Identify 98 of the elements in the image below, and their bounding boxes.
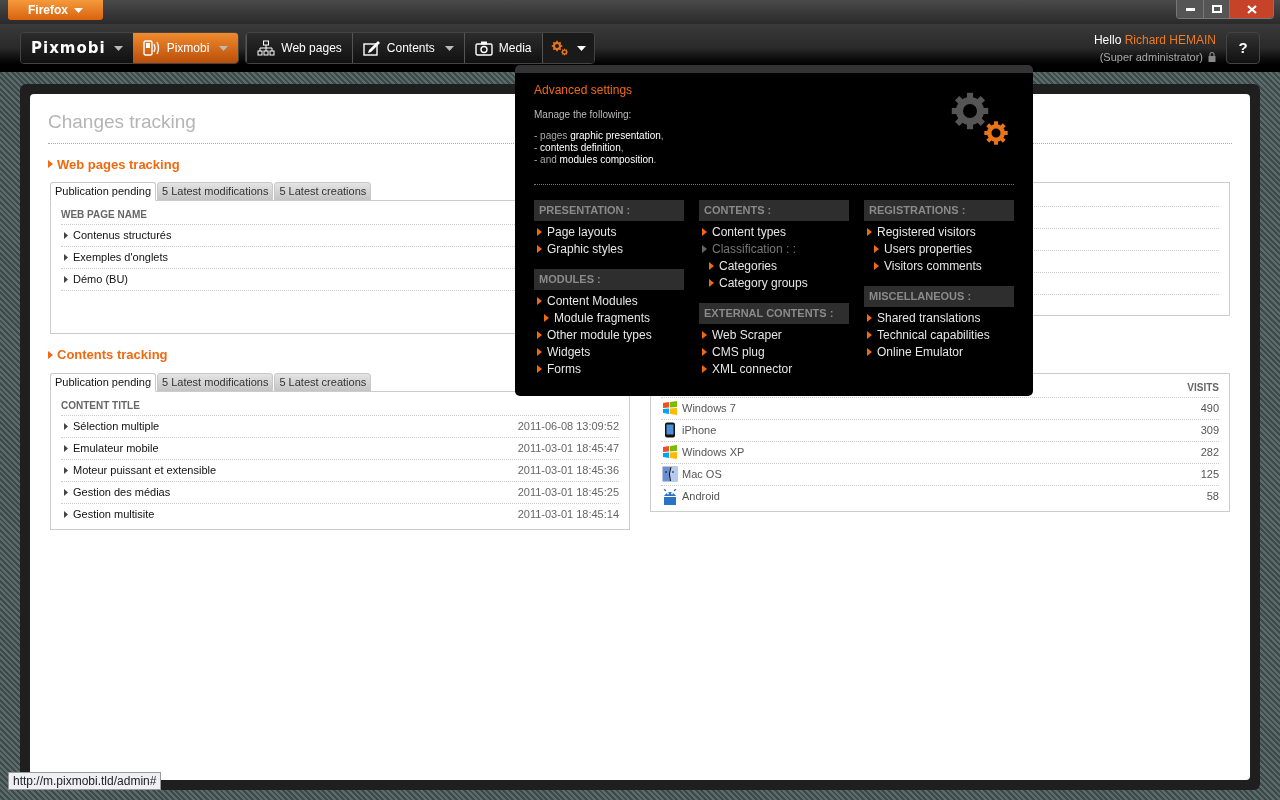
group-header: PRESENTATION : (534, 200, 684, 221)
row-title[interactable]: Exemples d'onglets (73, 249, 169, 266)
column-header: WEB PAGE NAME (61, 208, 147, 222)
os-name: Android (682, 489, 720, 505)
expand-arrow-icon[interactable] (64, 511, 68, 518)
group-header: EXTERNAL CONTENTS : (699, 303, 849, 324)
os-name: Windows XP (682, 444, 745, 460)
row-title[interactable]: Démo (BU) (73, 271, 128, 288)
tab[interactable]: 5 Latest modifications (157, 372, 274, 392)
visits-count: 309 (1200, 422, 1219, 438)
menu-link[interactable]: Online Emulator (877, 342, 964, 361)
date-cell-text: 2011-03-01 18:45:47 (517, 440, 619, 456)
brand-logo-button[interactable]: Pixmobi (21, 33, 133, 63)
menu-link[interactable]: Page layouts (547, 222, 617, 241)
sitemap-icon (257, 40, 276, 56)
tab[interactable]: Publication pending (50, 372, 157, 392)
expand-arrow-icon[interactable] (64, 422, 68, 430)
robot-icon (661, 488, 679, 505)
expand-arrow-icon[interactable] (64, 232, 68, 239)
description-line: - pages graphic presentation, (534, 130, 664, 142)
windows-logo-icon (661, 400, 679, 416)
row-title[interactable]: Sélection multiple (73, 417, 160, 435)
os-name: Mac OS (682, 466, 722, 482)
dropdown-title: Advanced settings (534, 82, 634, 99)
expand-arrow-icon[interactable] (64, 254, 68, 261)
row-title[interactable]: Moteur puissant et extensible (73, 461, 217, 479)
menu-link[interactable]: Web Scraper (712, 325, 782, 344)
maximize-button[interactable] (1203, 0, 1229, 18)
tab[interactable]: 5 Latest creations (274, 372, 372, 392)
menu-link[interactable]: Visitors comments (884, 256, 982, 275)
date-cell-text: 2011-06-08 13:09:52 (517, 418, 619, 434)
date-cell-text: 2011-03-01 18:45:36 (517, 462, 619, 478)
nav-item[interactable]: Contents (351, 33, 464, 63)
menu-link[interactable]: XML connector (712, 359, 793, 378)
row-title[interactable]: Gestion multisite (73, 506, 155, 523)
arrow-icon (48, 350, 53, 359)
expand-arrow-icon[interactable] (64, 466, 68, 474)
group-header: REGISTRATIONS : (864, 200, 1014, 221)
status-url: http://m.pixmobi.tld/admin# (8, 772, 162, 790)
phone-icon (142, 40, 161, 56)
menu-link[interactable]: Other module types (547, 325, 652, 344)
lock-icon (1208, 52, 1216, 62)
caret-icon (113, 45, 123, 51)
date-cell-text: 2011-03-01 18:45:14 (517, 507, 619, 523)
close-button[interactable] (1229, 0, 1273, 18)
menu-link[interactable]: Module fragments (554, 308, 651, 327)
os-name: Windows 7 (682, 400, 736, 416)
intro-text: Manage the following: (534, 108, 633, 122)
visits-count: 282 (1200, 444, 1219, 460)
expand-arrow-icon[interactable] (64, 276, 68, 283)
camera-icon (474, 40, 493, 56)
os-name: iPhone (682, 422, 717, 438)
edit-icon (362, 40, 381, 56)
date-cell-text: 2011-03-01 18:45:25 (517, 484, 619, 500)
help-button[interactable]: ? (1226, 32, 1260, 64)
visits-count: 58 (1206, 489, 1219, 505)
menu-link[interactable]: Shared translations (877, 308, 981, 327)
menu-link[interactable]: Graphic styles (547, 239, 624, 258)
caret-icon (576, 45, 586, 51)
row-title[interactable]: Gestion des médias (73, 483, 171, 501)
greeting-text: Hello Richard HEMAIN (1093, 31, 1216, 49)
minimize-button[interactable] (1177, 0, 1203, 18)
menu-link[interactable]: Forms (547, 359, 581, 378)
group-header: MISCELLANEOUS : (864, 286, 1014, 307)
row-title[interactable]: Contenus structurés (73, 227, 172, 244)
group-header: MODULES : (534, 269, 684, 290)
windows-logo-icon (661, 444, 679, 460)
tab[interactable]: Publication pending (50, 182, 157, 201)
tab[interactable]: 5 Latest modifications (157, 182, 274, 201)
nav-item[interactable]: Web pages (246, 33, 352, 63)
menu-link[interactable]: Widgets (547, 342, 591, 361)
column-header: CONTENT TITLE (61, 398, 140, 413)
settings-icon (550, 40, 569, 56)
menu-link[interactable]: Technical capabilities (877, 325, 990, 344)
close-icon (1246, 4, 1257, 14)
user-role: (Super administrator) (1099, 49, 1203, 65)
finder-face-icon (661, 466, 679, 482)
expand-arrow-icon[interactable] (64, 444, 68, 452)
row-title[interactable]: Emulateur mobile (73, 439, 159, 457)
settings-menu-button[interactable] (541, 33, 594, 63)
section-title: Web pages tracking (57, 155, 180, 174)
menu-link[interactable]: CMS plug (712, 342, 765, 361)
visits-count: 125 (1200, 466, 1219, 482)
visits-count: 490 (1200, 400, 1219, 416)
menu-link: Classification : : (712, 240, 797, 258)
menu-link[interactable]: Registered visitors (877, 222, 976, 241)
column-header: VISITS (1187, 380, 1219, 395)
menu-link[interactable]: Users properties (884, 239, 973, 258)
section-title: Contents tracking (57, 346, 168, 364)
description-line: - and modules composition. (534, 154, 658, 166)
group-header: CONTENTS : (699, 200, 849, 221)
nav-item[interactable]: Media (463, 33, 542, 63)
caret-icon (74, 7, 83, 13)
menu-link[interactable]: Content Modules (547, 291, 638, 310)
menu-link[interactable]: Content types (712, 222, 787, 241)
expand-arrow-icon[interactable] (64, 488, 68, 496)
description-line: - contents definition, (534, 142, 625, 154)
arrow-icon (48, 160, 53, 169)
